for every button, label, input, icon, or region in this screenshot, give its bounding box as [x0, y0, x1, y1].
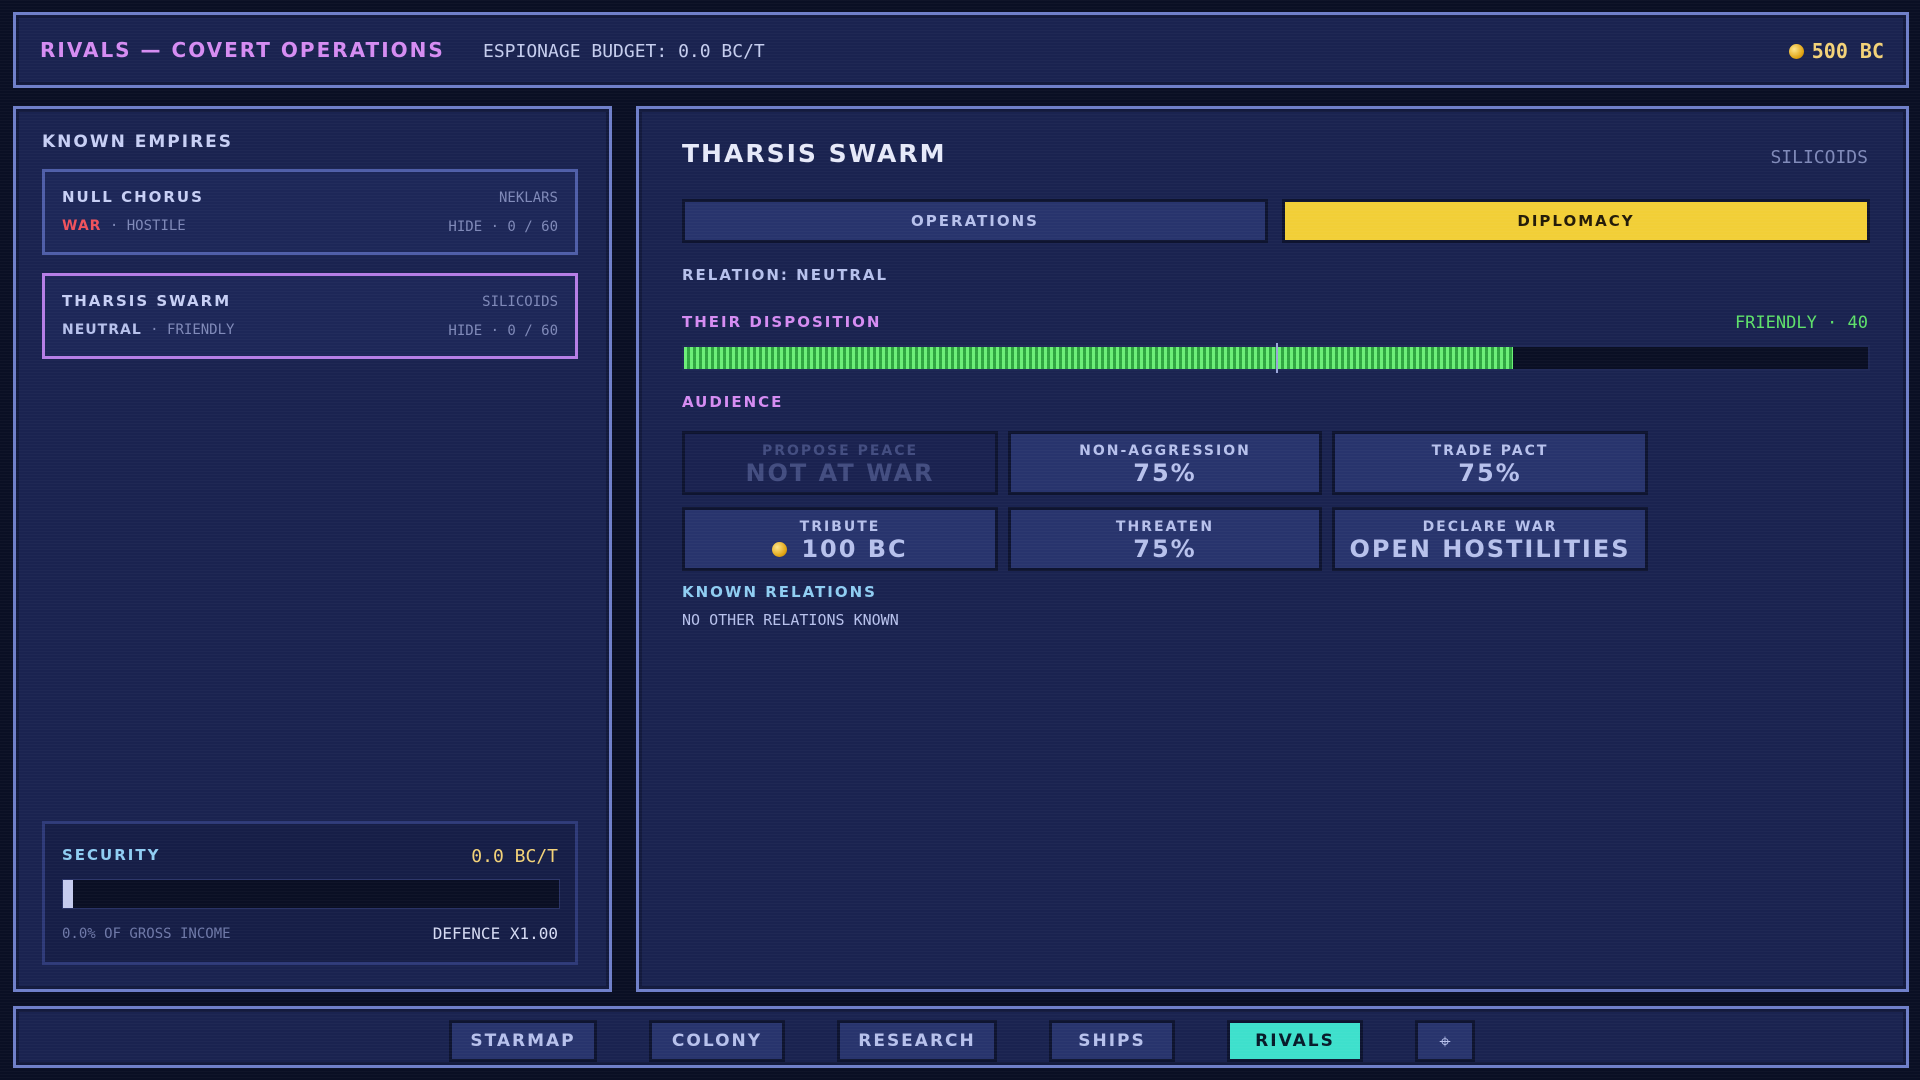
security-slider-handle[interactable]: [63, 880, 73, 908]
disposition-value: FRIENDLY · 40: [1734, 313, 1868, 333]
action-detail-text: OPEN HOSTILITIES: [1349, 535, 1631, 563]
action-title: PROPOSE PEACE: [761, 443, 919, 459]
known-relations-text: NO OTHER RELATIONS KNOWN: [682, 611, 899, 629]
action-title: NON-AGGRESSION: [1079, 443, 1251, 459]
non-aggression-button[interactable]: NON-AGGRESSION 75%: [1008, 431, 1322, 495]
coin-icon: [772, 541, 788, 557]
security-percent: 0.0% OF GROSS INCOME: [62, 926, 231, 942]
screen-title: RIVALS — COVERT OPERATIONS: [40, 38, 445, 62]
disposition-meter: [682, 343, 1870, 373]
espionage-budget: ESPIONAGE BUDGET: 0.0 BC/T: [483, 41, 765, 62]
known-empires-panel: KNOWN EMPIRES NULL CHORUS NEKLARS WAR · …: [13, 106, 612, 992]
security-value: 0.0 BC/T: [471, 846, 558, 867]
declare-war-button[interactable]: DECLARE WAR OPEN HOSTILITIES: [1332, 507, 1648, 571]
crosshair-icon: ⌖: [1439, 1029, 1451, 1053]
empire-card-null-chorus[interactable]: NULL CHORUS NEKLARS WAR · HOSTILE HIDE ·…: [42, 169, 578, 255]
credits-display: 500 BC: [1788, 39, 1884, 63]
security-title: SECURITY: [62, 846, 161, 864]
empire-name: NULL CHORUS: [62, 188, 204, 206]
defence-multiplier: DEFENCE X1.00: [432, 924, 558, 943]
propose-peace-button[interactable]: PROPOSE PEACE NOT AT WAR: [682, 431, 998, 495]
top-bar: RIVALS — COVERT OPERATIONS ESPIONAGE BUD…: [13, 12, 1909, 88]
action-title: TRIBUTE: [799, 519, 881, 535]
trade-pact-button[interactable]: TRADE PACT 75%: [1332, 431, 1648, 495]
disposition-label: THEIR DISPOSITION: [682, 313, 882, 331]
nav-colony[interactable]: COLONY: [649, 1020, 785, 1062]
selected-empire-name: THARSIS SWARM: [682, 139, 947, 168]
empire-status: NEUTRAL · FRIENDLY: [62, 322, 234, 338]
action-detail: 100 BC: [685, 535, 995, 563]
empire-detail-panel: THARSIS SWARM SILICOIDS OPERATIONS DIPLO…: [636, 106, 1909, 992]
tab-operations[interactable]: OPERATIONS: [682, 199, 1268, 243]
audience-label: AUDIENCE: [682, 393, 784, 411]
nav-starmap[interactable]: STARMAP: [449, 1020, 597, 1062]
threaten-button[interactable]: THREATEN 75%: [1008, 507, 1322, 571]
action-title: TRADE PACT: [1431, 443, 1549, 459]
disposition-text: FRIENDLY: [167, 322, 235, 338]
action-detail-text: 100 BC: [801, 535, 908, 563]
action-detail: 75%: [1011, 535, 1319, 563]
coin-icon: [1788, 43, 1804, 59]
tribute-button[interactable]: TRIBUTE 100 BC: [682, 507, 998, 571]
action-detail-text: 75%: [1133, 459, 1197, 487]
selected-empire-race: SILICOIDS: [1770, 147, 1868, 168]
spy-status: HIDE · 0 / 60: [448, 323, 558, 339]
tab-diplomacy[interactable]: DIPLOMACY: [1282, 199, 1870, 243]
action-detail: 75%: [1011, 459, 1319, 487]
known-relations-label: KNOWN RELATIONS: [682, 583, 877, 601]
relation-status: RELATION: NEUTRAL: [682, 266, 889, 284]
credits-value: 500 BC: [1811, 39, 1884, 63]
settings-button[interactable]: ⌖: [1415, 1020, 1475, 1062]
nav-ships[interactable]: SHIPS: [1049, 1020, 1175, 1062]
action-detail: NOT AT WAR: [685, 459, 995, 487]
action-detail: 75%: [1335, 459, 1645, 487]
relation-badge: WAR: [62, 218, 102, 234]
disposition-meter-fill: [684, 347, 1513, 369]
nav-research[interactable]: RESEARCH: [837, 1020, 997, 1062]
separator-dot: ·: [150, 322, 168, 338]
action-detail: OPEN HOSTILITIES: [1335, 535, 1645, 563]
disposition-meter-midpoint: [1276, 343, 1278, 373]
empire-name: THARSIS SWARM: [62, 292, 232, 310]
disposition-text: HOSTILE: [126, 218, 186, 234]
empire-race: SILICOIDS: [482, 294, 558, 310]
security-slider[interactable]: [62, 879, 560, 909]
security-panel: SECURITY 0.0 BC/T 0.0% OF GROSS INCOME D…: [42, 821, 578, 965]
empire-status: WAR · HOSTILE: [62, 218, 186, 234]
action-title: DECLARE WAR: [1422, 519, 1558, 535]
relation-badge: NEUTRAL: [62, 322, 142, 338]
action-detail-text: 75%: [1458, 459, 1522, 487]
nav-rivals[interactable]: RIVALS: [1227, 1020, 1363, 1062]
action-detail-text: 75%: [1133, 535, 1197, 563]
action-title: THREATEN: [1115, 519, 1215, 535]
action-detail-text: NOT AT WAR: [745, 459, 935, 487]
bottom-nav-bar: STARMAP COLONY RESEARCH SHIPS RIVALS ⌖: [13, 1006, 1909, 1068]
spy-status: HIDE · 0 / 60: [448, 219, 558, 235]
separator-dot: ·: [109, 218, 127, 234]
empire-race: NEKLARS: [498, 190, 558, 206]
empire-card-tharsis-swarm[interactable]: THARSIS SWARM SILICOIDS NEUTRAL · FRIEND…: [42, 273, 578, 359]
known-empires-title: KNOWN EMPIRES: [42, 132, 234, 152]
